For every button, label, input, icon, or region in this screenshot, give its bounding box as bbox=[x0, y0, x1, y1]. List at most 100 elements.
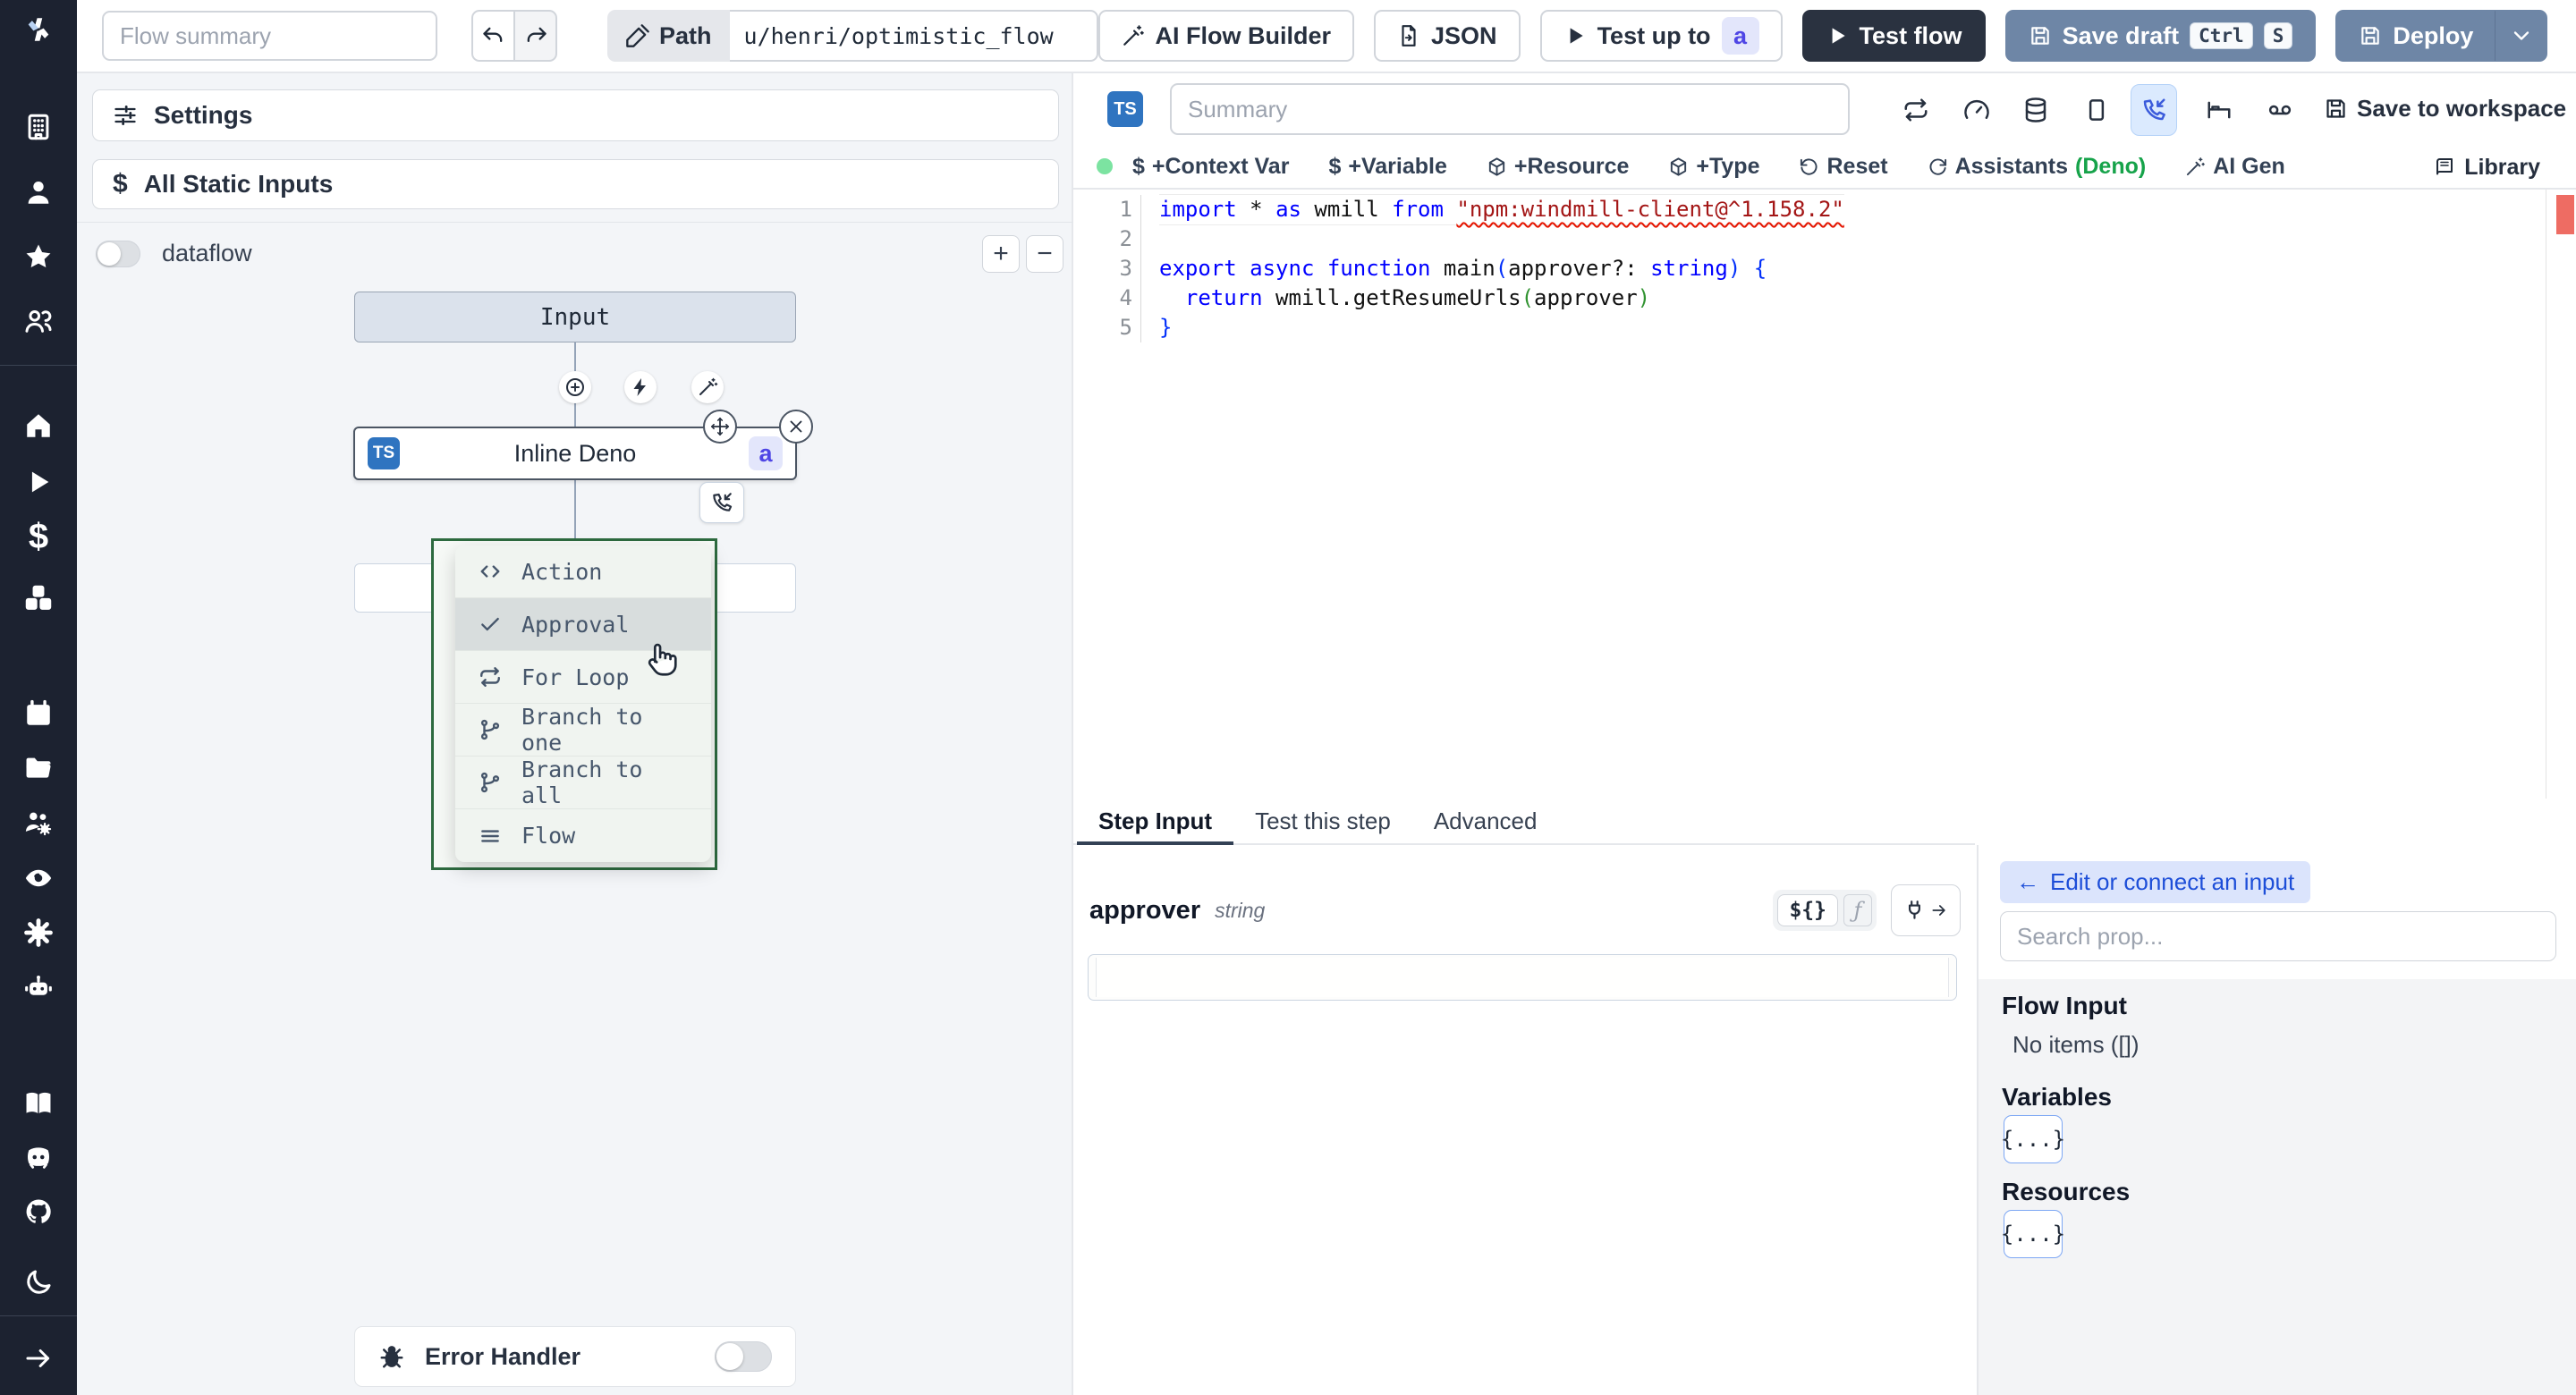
save-icon bbox=[2326, 99, 2345, 118]
settings-gear-icon[interactable] bbox=[23, 917, 54, 948]
delete-step-button[interactable] bbox=[779, 410, 813, 444]
tab-step-input[interactable]: Step Input bbox=[1077, 799, 1234, 845]
add-variable-button[interactable]: $ +Variable bbox=[1328, 154, 1446, 180]
add-context-var-button[interactable]: $ +Context Var bbox=[1132, 154, 1289, 180]
suspend-approval-button-active[interactable] bbox=[2131, 84, 2177, 136]
variables-expand-chip[interactable]: {...} bbox=[2001, 1115, 2065, 1163]
assistants-button[interactable]: Assistants (Deno) bbox=[1928, 154, 2146, 180]
step-tabs: Step Input Test this step Advanced bbox=[1073, 799, 1975, 845]
flow-settings-button[interactable]: Settings bbox=[92, 89, 1059, 141]
retries-repeat-icon[interactable] bbox=[1902, 97, 1929, 123]
discord-icon[interactable] bbox=[23, 1142, 54, 1172]
step-input-section: approver string ${} ƒ bbox=[1073, 845, 1975, 1395]
resources-boxes-icon[interactable] bbox=[23, 583, 54, 613]
code-line[interactable]: 1 import * as wmill from "npm:windmill-cl… bbox=[1073, 195, 2576, 224]
error-handler-toggle[interactable] bbox=[715, 1341, 772, 1372]
expand-sidebar-arrow-icon[interactable] bbox=[23, 1343, 54, 1374]
suspend-approval-badge[interactable] bbox=[699, 482, 744, 523]
workspace-building-icon[interactable] bbox=[23, 112, 54, 142]
tab-test-this-step[interactable]: Test this step bbox=[1233, 799, 1412, 843]
circle-plus-icon bbox=[566, 378, 584, 396]
step-summary-input[interactable] bbox=[1170, 83, 1850, 135]
schedules-calendar-icon[interactable] bbox=[23, 698, 54, 729]
add-resource-button[interactable]: +Resource bbox=[1487, 153, 1630, 180]
template-mode-button[interactable]: ${} bbox=[1777, 894, 1838, 926]
sleep-bed-icon[interactable] bbox=[2206, 97, 2233, 123]
early-stop-gauge-icon[interactable] bbox=[1963, 97, 1990, 123]
variables-dollar-icon[interactable]: $ bbox=[0, 517, 77, 557]
move-step-button[interactable] bbox=[703, 410, 737, 444]
mock-voicemail-icon[interactable] bbox=[2267, 97, 2293, 123]
test-up-to-button[interactable]: Test up to a bbox=[1539, 10, 1783, 62]
reset-button[interactable]: Reset bbox=[1799, 154, 1888, 180]
code-editor[interactable]: 1 import * as wmill from "npm:windmill-cl… bbox=[1073, 190, 2576, 799]
menu-item-flow[interactable]: Flow bbox=[455, 809, 711, 862]
folders-icon[interactable] bbox=[23, 753, 54, 783]
path-button[interactable]: Path bbox=[607, 10, 730, 62]
connect-input-plug-button[interactable] bbox=[1891, 884, 1961, 936]
flow-input-node[interactable]: Input bbox=[354, 292, 796, 342]
code-line[interactable]: 4 return wmill.getResumeUrls(approver) bbox=[1073, 283, 2576, 313]
zoom-out-button[interactable]: − bbox=[1026, 235, 1063, 273]
menu-item-label: Action bbox=[521, 558, 603, 585]
workers-bot-icon[interactable] bbox=[23, 973, 54, 1003]
book-icon bbox=[2436, 158, 2453, 175]
dataflow-toggle[interactable] bbox=[96, 240, 140, 267]
favorites-star-icon[interactable] bbox=[23, 241, 54, 272]
docs-book-icon[interactable] bbox=[23, 1088, 54, 1119]
bug-icon bbox=[380, 1346, 403, 1368]
function-mode-button[interactable]: ƒ bbox=[1843, 894, 1872, 926]
code-line[interactable]: 2 bbox=[1073, 224, 2576, 254]
redo-icon bbox=[527, 27, 547, 42]
error-handler-node[interactable]: Error Handler bbox=[354, 1326, 796, 1387]
resources-expand-chip[interactable]: {...} bbox=[2001, 1210, 2065, 1258]
line-number: 3 bbox=[1119, 256, 1132, 281]
menu-item-branch-to-all[interactable]: Branch to all bbox=[455, 757, 711, 809]
groups-users-settings-icon[interactable] bbox=[23, 807, 54, 838]
code-line[interactable]: 3 export async function main(approver?: s… bbox=[1073, 254, 2576, 283]
prop-search-input[interactable] bbox=[2000, 911, 2556, 961]
all-static-inputs-button[interactable]: $ All Static Inputs bbox=[92, 159, 1059, 209]
code-line[interactable]: 5} bbox=[1073, 313, 2576, 342]
edit-or-connect-pill[interactable]: ← Edit or connect an input bbox=[2000, 861, 2311, 903]
audit-eye-icon[interactable] bbox=[23, 863, 54, 893]
add-type-button[interactable]: +Type bbox=[1668, 154, 1759, 180]
undo-button[interactable] bbox=[471, 10, 514, 62]
ai-flow-builder-button[interactable]: AI Flow Builder bbox=[1097, 10, 1355, 62]
path-input[interactable] bbox=[729, 10, 1098, 62]
flow-summary-input[interactable] bbox=[102, 11, 437, 61]
home-icon[interactable] bbox=[23, 410, 54, 441]
menu-item-action[interactable]: Action bbox=[455, 545, 711, 598]
json-button[interactable]: JSON bbox=[1374, 10, 1521, 62]
flow-graph-panel: Settings $ All Static Inputs dataflow + … bbox=[77, 73, 1073, 1395]
library-button[interactable]: Library bbox=[2434, 145, 2540, 190]
menu-item-branch-to-one[interactable]: Branch to one bbox=[455, 704, 711, 757]
redo-button[interactable] bbox=[514, 10, 557, 62]
github-icon[interactable] bbox=[23, 1196, 54, 1227]
test-up-to-step-badge: a bbox=[1721, 17, 1759, 55]
windmill-logo-icon[interactable] bbox=[23, 14, 54, 45]
trigger-bolt-button[interactable] bbox=[624, 371, 657, 403]
ai-suggest-wand-button[interactable] bbox=[691, 371, 724, 403]
save-draft-button[interactable]: Save draft Ctrl S bbox=[2004, 10, 2317, 62]
deploy-dropdown-button[interactable] bbox=[2496, 10, 2548, 62]
dark-mode-moon-icon[interactable] bbox=[23, 1267, 54, 1298]
argument-value-input[interactable] bbox=[1088, 954, 1957, 1001]
test-flow-button[interactable]: Test flow bbox=[1801, 10, 1986, 62]
save-to-workspace-button[interactable]: Save to workspace bbox=[2324, 95, 2566, 123]
ai-gen-button[interactable]: AI Gen bbox=[2185, 154, 2285, 180]
runs-play-icon[interactable] bbox=[23, 467, 54, 497]
community-users-icon[interactable] bbox=[23, 306, 54, 336]
test-up-to-label: Test up to bbox=[1597, 21, 1711, 49]
insert-step-button[interactable] bbox=[559, 371, 591, 403]
pen-icon bbox=[626, 24, 649, 47]
add-resource-label: +Resource bbox=[1513, 153, 1630, 179]
user-icon[interactable] bbox=[23, 177, 54, 207]
add-variable-label: +Variable bbox=[1348, 153, 1447, 179]
editor-toolbar: $ +Context Var $ +Variable +Resource +Ty… bbox=[1073, 145, 2576, 190]
concurrency-square-icon[interactable] bbox=[2083, 97, 2110, 123]
zoom-in-button[interactable]: + bbox=[982, 235, 1020, 273]
cache-database-icon[interactable] bbox=[2022, 97, 2049, 123]
tab-advanced[interactable]: Advanced bbox=[1412, 799, 1559, 843]
deploy-button[interactable]: Deploy bbox=[2335, 10, 2496, 62]
